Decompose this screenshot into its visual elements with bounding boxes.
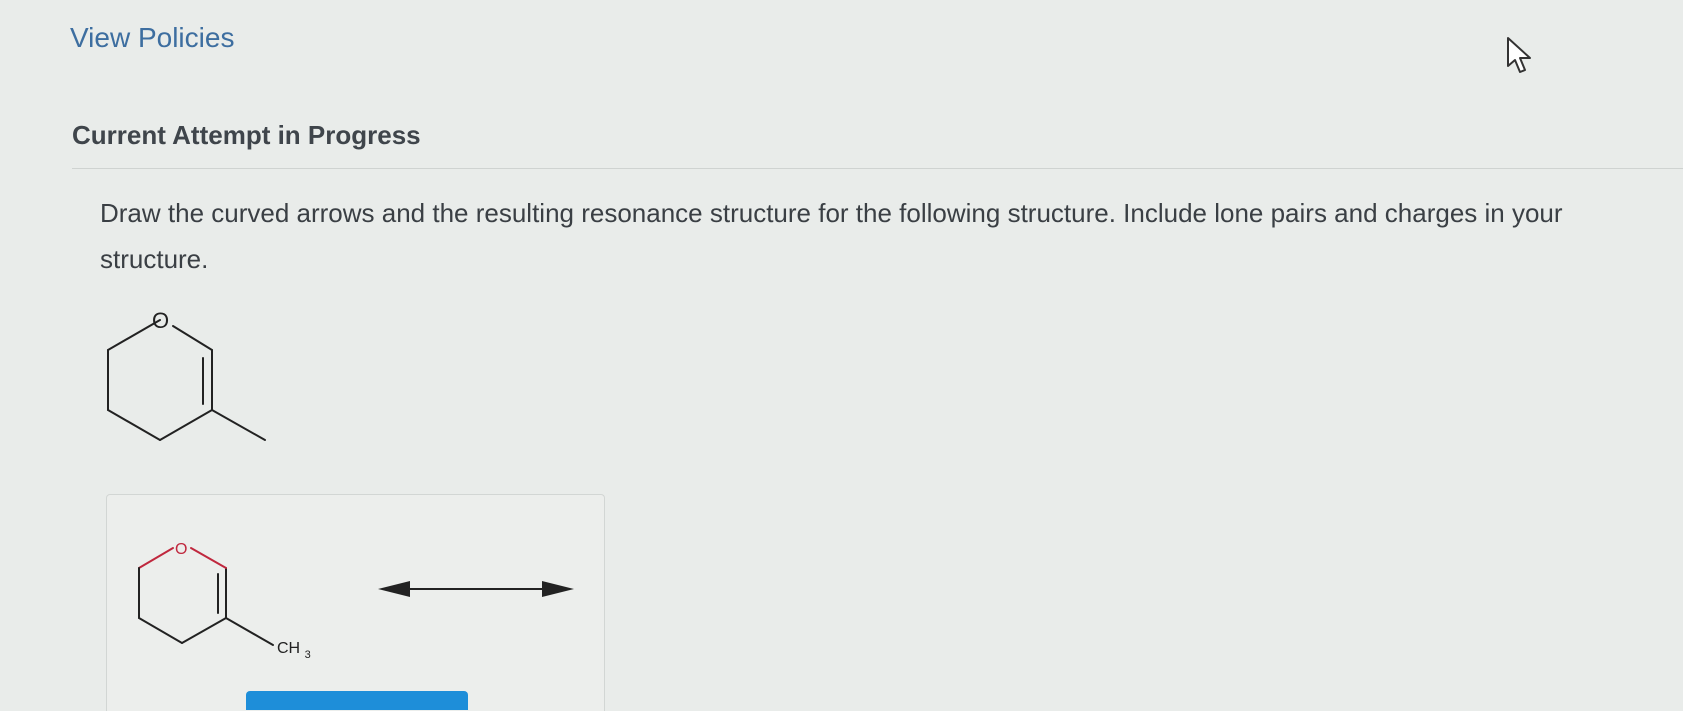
- bond: [107, 409, 161, 441]
- methyl-label-main: CH: [277, 640, 300, 657]
- divider: [72, 168, 1683, 169]
- methyl-label: CH 3: [277, 640, 311, 661]
- oxygen-bond: [190, 547, 227, 569]
- bond: [159, 409, 213, 441]
- double-headed-arrow-icon: [378, 581, 574, 597]
- bond: [172, 325, 213, 351]
- question-text: Draw the curved arrows and the resulting…: [100, 198, 1563, 274]
- attempt-heading: Current Attempt in Progress: [72, 120, 421, 150]
- bond: [138, 617, 183, 644]
- action-button[interactable]: [246, 691, 468, 710]
- bond: [181, 617, 227, 644]
- methyl-label-subscript: 3: [305, 649, 311, 661]
- mouse-pointer-icon: [1507, 37, 1531, 73]
- oxygen-atom-label: O: [175, 541, 187, 558]
- methyl-bond: [225, 617, 274, 646]
- editor-molecule-structure[interactable]: O CH 3: [125, 530, 325, 670]
- oxygen-atom-label: O: [152, 308, 169, 333]
- oxygen-bond: [138, 547, 174, 569]
- given-molecule-structure: O: [107, 308, 266, 441]
- view-policies-link[interactable]: View Policies: [70, 22, 234, 54]
- methyl-bond: [211, 409, 266, 441]
